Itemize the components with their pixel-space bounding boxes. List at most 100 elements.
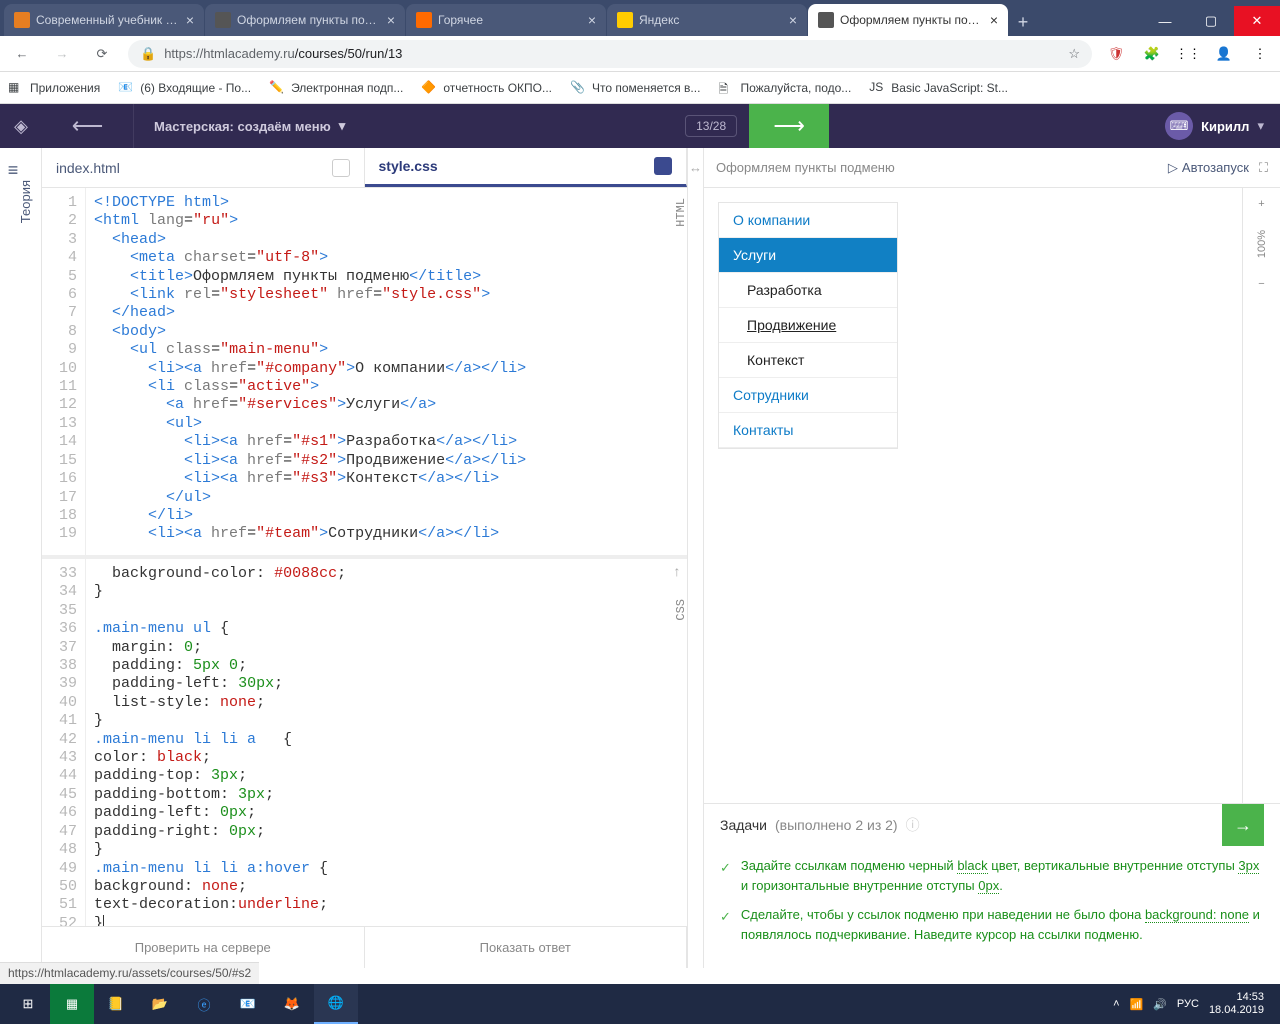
check-icon: ✓	[720, 858, 731, 895]
info-icon[interactable]: ⓘ	[906, 815, 920, 835]
browser-tab[interactable]: Горячее×	[406, 4, 606, 36]
window-minimize-button[interactable]: —	[1142, 6, 1188, 36]
chevron-down-icon: ▾	[339, 118, 346, 134]
close-icon[interactable]: ×	[186, 12, 194, 28]
nav-reload-button[interactable]: ⟳	[88, 40, 116, 68]
nav-back-button[interactable]: ←	[8, 40, 36, 68]
bookmark-item[interactable]: 🔶отчетность ОКПО...	[421, 80, 552, 96]
task-item: ✓Сделайте, чтобы у ссылок подменю при на…	[720, 905, 1264, 944]
start-button[interactable]: ⊞	[6, 984, 50, 1024]
taskbar-app[interactable]: 📧	[226, 984, 270, 1024]
browser-titlebar: Современный учебник Java×Оформляем пункт…	[0, 0, 1280, 36]
bookmarks-bar: ▦Приложения 📧(6) Входящие - По... ✏️Элект…	[0, 72, 1280, 104]
bookmark-item[interactable]: ✏️Электронная подп...	[269, 80, 403, 96]
autorun-toggle[interactable]: ▷Автозапуск	[1168, 160, 1249, 176]
taskbar-app[interactable]: 📒	[94, 984, 138, 1024]
html-label: HTML	[674, 198, 687, 227]
bookmark-item[interactable]: 🗎Пожалуйста, подо...	[718, 80, 851, 96]
menu-item[interactable]: О компании	[719, 203, 897, 238]
status-bar: https://htmlacademy.ru/assets/courses/50…	[0, 962, 259, 984]
window-close-button[interactable]: ✕	[1234, 6, 1280, 36]
tray-network-icon: 📶	[1130, 998, 1144, 1011]
close-icon[interactable]: ×	[789, 12, 797, 28]
nav-forward-button[interactable]: →	[48, 40, 76, 68]
menu-item[interactable]: Сотрудники	[719, 378, 897, 413]
windows-taskbar: ⊞ ▦ 📒 📂 ⓔ 📧 🦊 🌐 ˄ 📶 🔊 РУС 14:53 18.04.20…	[0, 984, 1280, 1024]
tray-clock[interactable]: 14:53 18.04.2019	[1209, 991, 1264, 1017]
extension-icon-2[interactable]: 🧩	[1140, 42, 1164, 66]
code-editor-css[interactable]: 3334353637383940414243444546474849505152…	[42, 559, 687, 926]
taskbar-app[interactable]: 🦊	[270, 984, 314, 1024]
taskbar-chrome[interactable]: 🌐	[314, 984, 358, 1024]
check-icon: ✓	[720, 907, 731, 944]
editor-tab-index[interactable]: index.html	[42, 148, 365, 187]
star-icon[interactable]: ☆	[1068, 46, 1080, 62]
css-label: CSS	[674, 599, 687, 621]
submenu-item[interactable]: Разработка	[719, 273, 897, 308]
browser-tab[interactable]: Яндекс×	[607, 4, 807, 36]
system-tray[interactable]: ˄ 📶 🔊 РУС 14:53 18.04.2019	[1103, 991, 1274, 1017]
play-icon: ▷	[1168, 160, 1178, 176]
submenu-item[interactable]: Контекст	[719, 343, 897, 378]
tasks-next-button[interactable]: →	[1222, 804, 1264, 846]
profile-icon[interactable]: 👤	[1212, 42, 1236, 66]
browser-tab[interactable]: Оформляем пункты подме×	[808, 4, 1008, 36]
bookmark-item[interactable]: 📧(6) Входящие - По...	[118, 80, 251, 96]
taskbar-app[interactable]: ▦	[50, 984, 94, 1024]
theory-label: Теория	[18, 180, 33, 223]
tasks-panel: Задачи (выполнено 2 из 2) ⓘ → ✓Задайте с…	[704, 803, 1280, 968]
theory-sidebar[interactable]: ≡ Теория	[0, 148, 42, 968]
taskbar-app[interactable]: 📂	[138, 984, 182, 1024]
taskbar-app[interactable]: ⓔ	[182, 984, 226, 1024]
rendered-menu: О компанииУслугиРазработкаПродвижениеКон…	[718, 202, 898, 449]
preview-tools-rail: + 100% −	[1242, 188, 1280, 803]
preview-body: О компанииУслугиРазработкаПродвижениеКон…	[704, 188, 1242, 803]
task-item: ✓Задайте ссылкам подменю черный black цв…	[720, 856, 1264, 895]
close-icon[interactable]: ×	[990, 12, 998, 28]
preview-column: Оформляем пункты подменю ▷Автозапуск ⛶ О…	[704, 148, 1280, 968]
zoom-out-button[interactable]: −	[1258, 278, 1264, 290]
browser-tab[interactable]: Оформляем пункты подме×	[205, 4, 405, 36]
split-icon	[332, 159, 350, 177]
menu-item[interactable]: Услуги	[719, 238, 897, 273]
course-title[interactable]: Мастерская: создаём меню▾	[134, 118, 365, 134]
arrow-up-icon: ↑	[673, 565, 681, 581]
url-text: https://htmlacademy.ru/courses/50/run/13	[164, 46, 1060, 61]
app-logo-icon[interactable]: ◈	[0, 104, 42, 148]
window-controls: — ▢ ✕	[1142, 6, 1280, 36]
apps-button[interactable]: ▦Приложения	[8, 80, 100, 96]
user-menu[interactable]: ⌨ Кирилл ▾	[1149, 112, 1280, 140]
bookmark-item[interactable]: JSBasic JavaScript: St...	[869, 80, 1008, 96]
extension-icon[interactable]: 🛡	[1104, 42, 1128, 66]
submenu-item[interactable]: Продвижение	[719, 308, 897, 343]
app-back-button[interactable]: ⟵	[42, 104, 134, 148]
new-tab-button[interactable]: +	[1009, 8, 1037, 36]
close-icon[interactable]: ×	[588, 12, 596, 28]
editor-tab-style[interactable]: style.css	[365, 148, 688, 187]
tasks-progress: (выполнено 2 из 2)	[775, 817, 898, 833]
tray-up-icon[interactable]: ˄	[1113, 998, 1119, 1010]
close-icon[interactable]: ×	[387, 12, 395, 28]
address-bar[interactable]: 🔒 https://htmlacademy.ru/courses/50/run/…	[128, 40, 1092, 68]
menu-item[interactable]: Контакты	[719, 413, 897, 448]
next-lesson-button[interactable]: ⟶	[749, 104, 829, 148]
show-answer-button[interactable]: Показать ответ	[365, 927, 688, 968]
zoom-in-button[interactable]: +	[1258, 198, 1264, 210]
fullscreen-icon[interactable]: ⛶	[1259, 160, 1268, 176]
tray-lang[interactable]: РУС	[1177, 998, 1199, 1010]
browser-tab[interactable]: Современный учебник Java×	[4, 4, 204, 36]
preview-header: Оформляем пункты подменю ▷Автозапуск ⛶	[704, 148, 1280, 188]
window-maximize-button[interactable]: ▢	[1188, 6, 1234, 36]
chevron-down-icon: ▾	[1257, 118, 1264, 134]
bookmark-item[interactable]: 📎Что поменяется в...	[570, 80, 700, 96]
menu-icon[interactable]: ⋮	[1248, 42, 1272, 66]
tasks-heading: Задачи	[720, 817, 767, 833]
editor-tabs: index.html style.css	[42, 148, 687, 188]
tasks-header[interactable]: Задачи (выполнено 2 из 2) ⓘ →	[704, 804, 1280, 846]
tasks-list: ✓Задайте ссылкам подменю черный black цв…	[704, 846, 1280, 968]
editor-column: index.html style.css 1234567891011121314…	[42, 148, 688, 968]
zoom-level: 100%	[1256, 230, 1268, 258]
pane-splitter[interactable]: ↔	[688, 148, 704, 968]
code-editor-html[interactable]: 12345678910111213141516171819 <!DOCTYPE …	[42, 188, 687, 555]
extension-icon-3[interactable]: ⋮⋮	[1176, 42, 1200, 66]
